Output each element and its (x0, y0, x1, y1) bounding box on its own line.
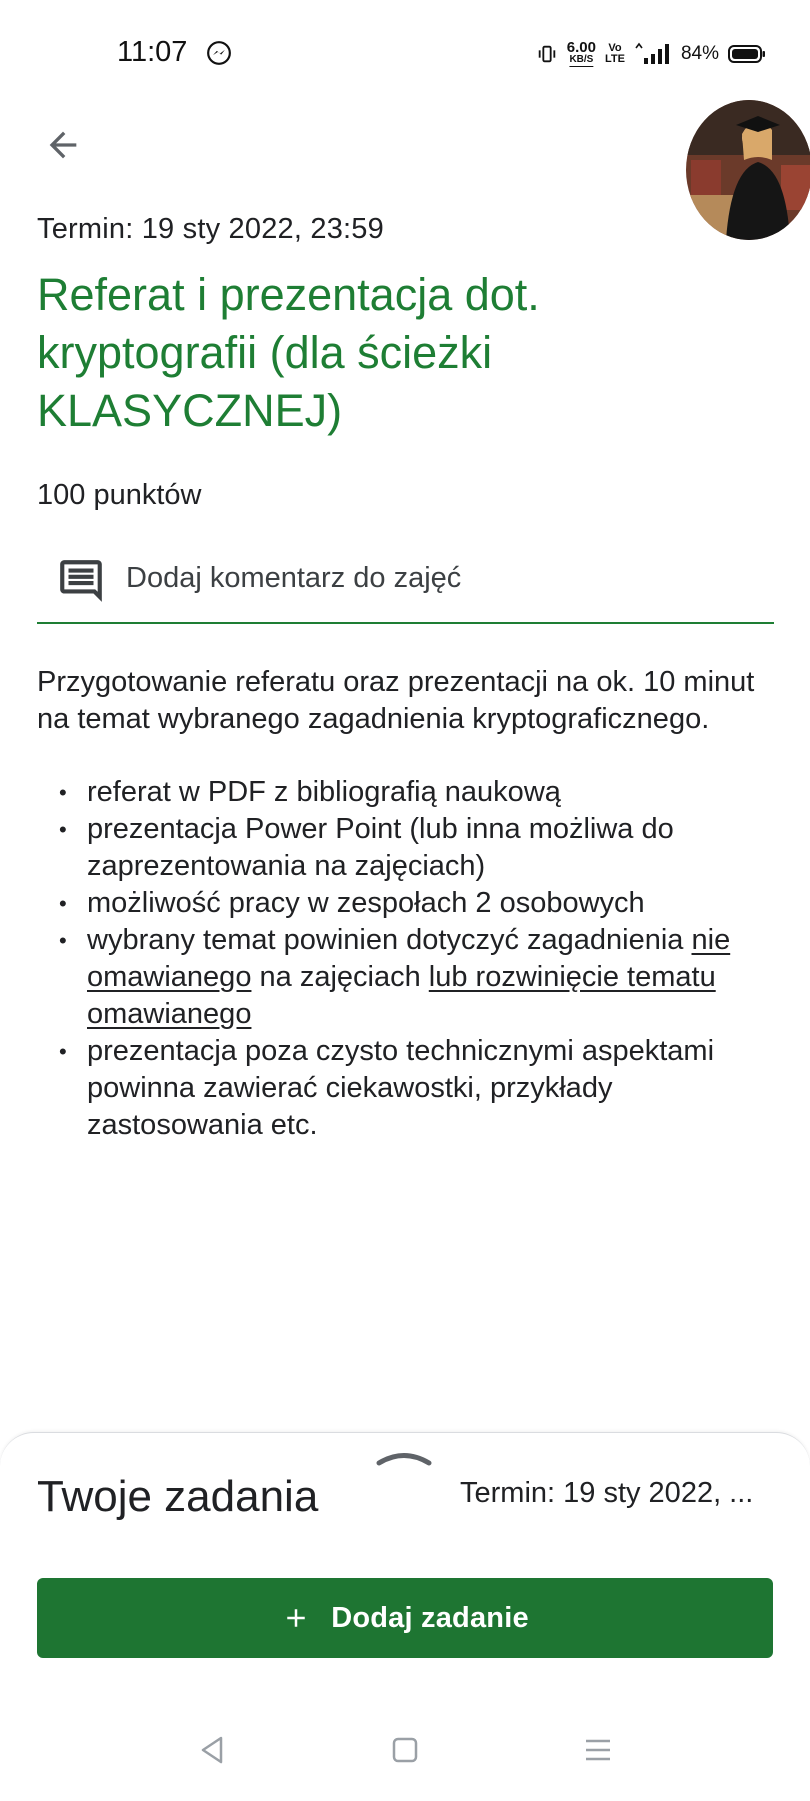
battery-icon (728, 45, 765, 63)
messenger-icon (207, 41, 231, 65)
avatar-photo (686, 100, 810, 240)
speed-unit: KB/S (569, 54, 594, 65)
requirements-list: referat w PDF z bibliografią naukową pre… (37, 774, 777, 1144)
sheet-expand-handle[interactable] (376, 1446, 432, 1468)
triangle-back-icon[interactable] (194, 1732, 230, 1768)
back-button[interactable] (36, 118, 90, 172)
sheet-due-date: Termin: 19 sty 2022, ... (460, 1477, 754, 1509)
bullet-text: na zajęciach (251, 961, 429, 993)
list-item: możliwość pracy w zespołach 2 osobowych (37, 885, 777, 922)
description-intro: Przygotowanie referatu oraz prezentacji … (37, 666, 755, 735)
square-home-icon[interactable] (387, 1732, 423, 1768)
status-time: 11:07 (117, 36, 188, 68)
status-bar: 11:07 6.00 KB/S Vo LTE 84% (0, 0, 810, 100)
add-work-button[interactable]: Dodaj zadanie (37, 1578, 773, 1658)
arrow-back-icon (49, 131, 77, 159)
battery-percent: 84% (680, 43, 719, 64)
speed-value: 6.00 (566, 39, 596, 56)
assignment-description: Przygotowanie referatu oraz prezentacji … (37, 664, 777, 1144)
comment-icon (60, 560, 102, 602)
comment-label: Dodaj komentarz do zajęć (126, 561, 462, 594)
hamburger-menu-icon[interactable] (580, 1732, 616, 1768)
volte-bottom: LTE (605, 53, 625, 65)
add-work-label: Dodaj zadanie (331, 1601, 529, 1634)
sheet-divider (0, 1556, 810, 1576)
add-class-comment[interactable]: Dodaj komentarz do zajęć (37, 538, 774, 624)
list-item: wybrany temat powinien dotyczyć zagadnie… (37, 922, 777, 1033)
points: 100 punktów (37, 479, 202, 511)
list-item: referat w PDF z bibliografią naukową (37, 774, 777, 811)
network-speed: 6.00 KB/S (566, 39, 596, 66)
due-date: Termin: 19 sty 2022, 23:59 (37, 213, 384, 245)
list-item: prezentacja Power Point (lub inna możliw… (37, 811, 777, 885)
vibrate-icon (538, 45, 556, 63)
plus-icon (287, 1609, 305, 1627)
assignment-title: Referat i prezentacja dot. kryptografii … (37, 269, 540, 436)
volte-indicator: Vo LTE (605, 43, 625, 65)
status-indicators: 6.00 KB/S Vo LTE 84% (536, 34, 766, 74)
signal-icon (635, 42, 669, 64)
your-work-title: Twoje zadania (37, 1472, 319, 1521)
avatar[interactable] (686, 100, 810, 240)
bullet-text: wybrany temat powinien dotyczyć zagadnie… (87, 924, 692, 956)
list-item: prezentacja poza czysto technicznymi asp… (37, 1033, 777, 1144)
